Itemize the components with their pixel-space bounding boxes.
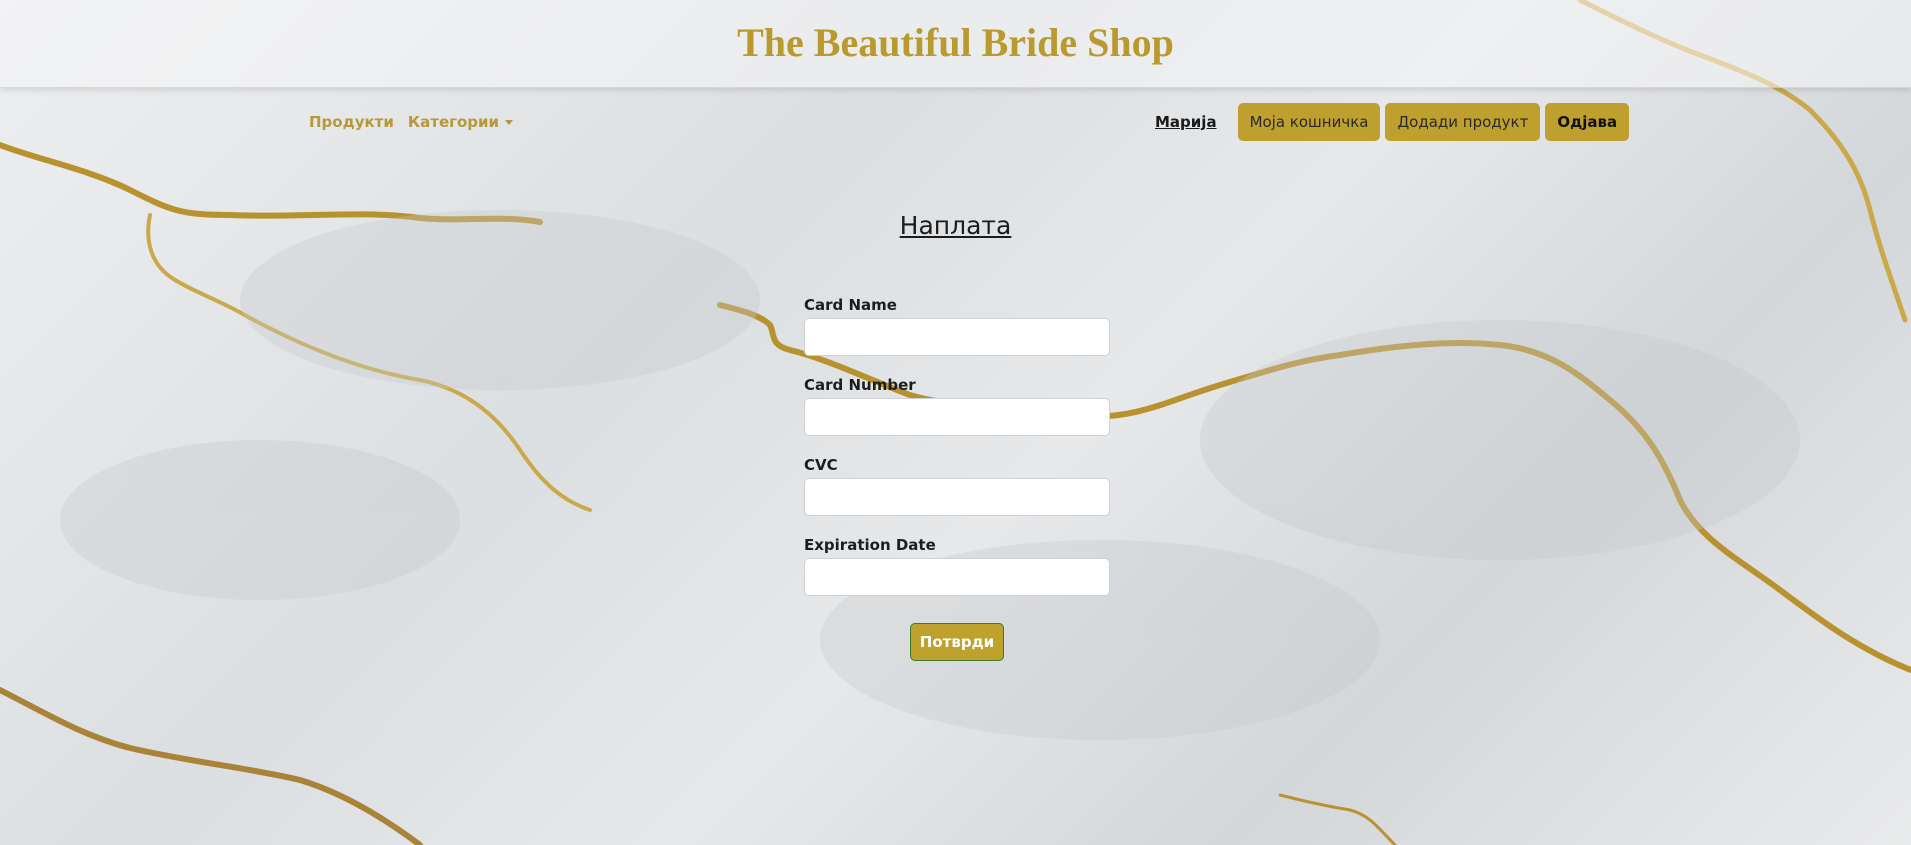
cvc-label: CVC [804, 456, 838, 474]
caret-down-icon [505, 120, 514, 125]
card-number-label: Card Number [804, 376, 916, 394]
gold-vein [146, 213, 592, 512]
expiration-date-label: Expiration Date [804, 536, 936, 554]
payment-form: Card Name Card Number CVC Expiration Dat… [804, 295, 1110, 615]
gold-vein [1278, 793, 1397, 845]
card-name-input[interactable] [804, 318, 1110, 356]
cvc-input[interactable] [804, 478, 1110, 516]
nav-categories-dropdown[interactable]: Категории [407, 113, 514, 131]
logout-button[interactable]: Одјава [1545, 103, 1630, 141]
add-product-button[interactable]: Додади продукт [1385, 103, 1541, 141]
page-title: Наплата [899, 211, 1012, 240]
card-number-input[interactable] [804, 398, 1110, 436]
gold-vein [0, 687, 423, 845]
site-title[interactable]: The Beautiful Bride Shop [0, 20, 1911, 66]
user-nav: Марија Моја кошничка Додади продукт Одја… [1155, 103, 1630, 141]
my-cart-button[interactable]: Моја кошничка [1237, 103, 1381, 141]
nav-products-link[interactable]: Продукти [309, 113, 394, 131]
nav-categories-label: Категории [407, 113, 500, 131]
card-name-label: Card Name [804, 296, 897, 314]
confirm-payment-button[interactable]: Потврди [910, 623, 1004, 661]
user-profile-link[interactable]: Марија [1155, 113, 1217, 131]
site-header: The Beautiful Bride Shop [0, 0, 1911, 88]
main-nav: Продукти Категории [309, 113, 514, 131]
expiration-date-input[interactable] [804, 558, 1110, 596]
